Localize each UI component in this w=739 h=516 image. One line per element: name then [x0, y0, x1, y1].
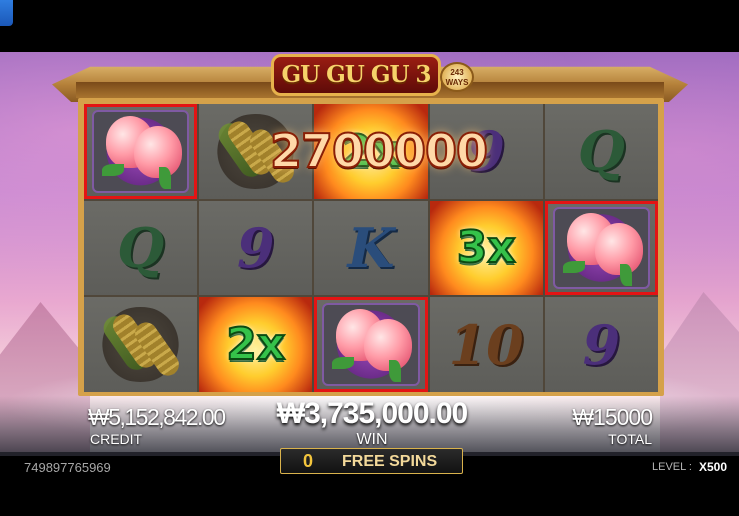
reel-cell: Q [84, 200, 198, 296]
reel-cell: 3x [429, 200, 543, 296]
win-value: ₩3,735,000.00 [276, 397, 468, 430]
win-label: WIN [356, 431, 388, 448]
top-black-bar [0, 0, 739, 52]
leaf-icon [102, 164, 124, 176]
reel-cell [314, 297, 428, 392]
credit-label: CREDIT [90, 431, 143, 447]
wild-multiplier: 2x [225, 318, 286, 371]
leaf-icon [619, 263, 632, 286]
game-screen: GU GU GU 3 243 WAYS 2x 9 Q Q 9 K 3x 2x 10 9 27000… [0, 0, 739, 516]
symbol-9: 9 [582, 312, 621, 377]
level-value: X500 [699, 460, 728, 474]
ways-badge: 243 WAYS [440, 62, 474, 92]
reel-cell: 9 [199, 200, 313, 296]
reel-cell: Q [544, 104, 658, 199]
win-amount-popup: 2700000 [269, 123, 489, 179]
credit-value: ₩5,152,842.00 [88, 404, 226, 430]
reel-cell [544, 200, 658, 296]
reel-cell: 2x [199, 297, 313, 392]
free-spins-count: 0 [303, 451, 314, 471]
reel-cell: K [314, 200, 428, 296]
peach-icon [594, 222, 643, 275]
symbol-q: Q [577, 119, 625, 184]
peach-icon [134, 126, 182, 178]
leaf-icon [159, 167, 171, 189]
reel-cell [84, 104, 198, 199]
reel-cell: 10 [429, 297, 543, 392]
symbol-9: 9 [237, 215, 275, 280]
leaf-icon [389, 360, 402, 383]
total-bet-value[interactable]: ₩15000 [530, 404, 653, 431]
leaf-icon [562, 260, 585, 273]
level-label: LEVEL : [652, 461, 692, 473]
wild-multiplier: 3x [456, 221, 517, 274]
reel-cell [84, 297, 198, 392]
reel-cell: 9 [544, 297, 658, 392]
free-spins-label: FREE SPINS [342, 453, 438, 470]
symbol-q: Q [117, 215, 165, 280]
app-corner-icon[interactable] [0, 0, 13, 26]
total-bet-label: TOTAL [608, 431, 652, 447]
symbol-10: 10 [448, 312, 524, 377]
session-id: 749897765969 [24, 460, 111, 475]
symbol-k: K [347, 215, 395, 280]
game-logo: GU GU GU 3 [271, 54, 441, 96]
